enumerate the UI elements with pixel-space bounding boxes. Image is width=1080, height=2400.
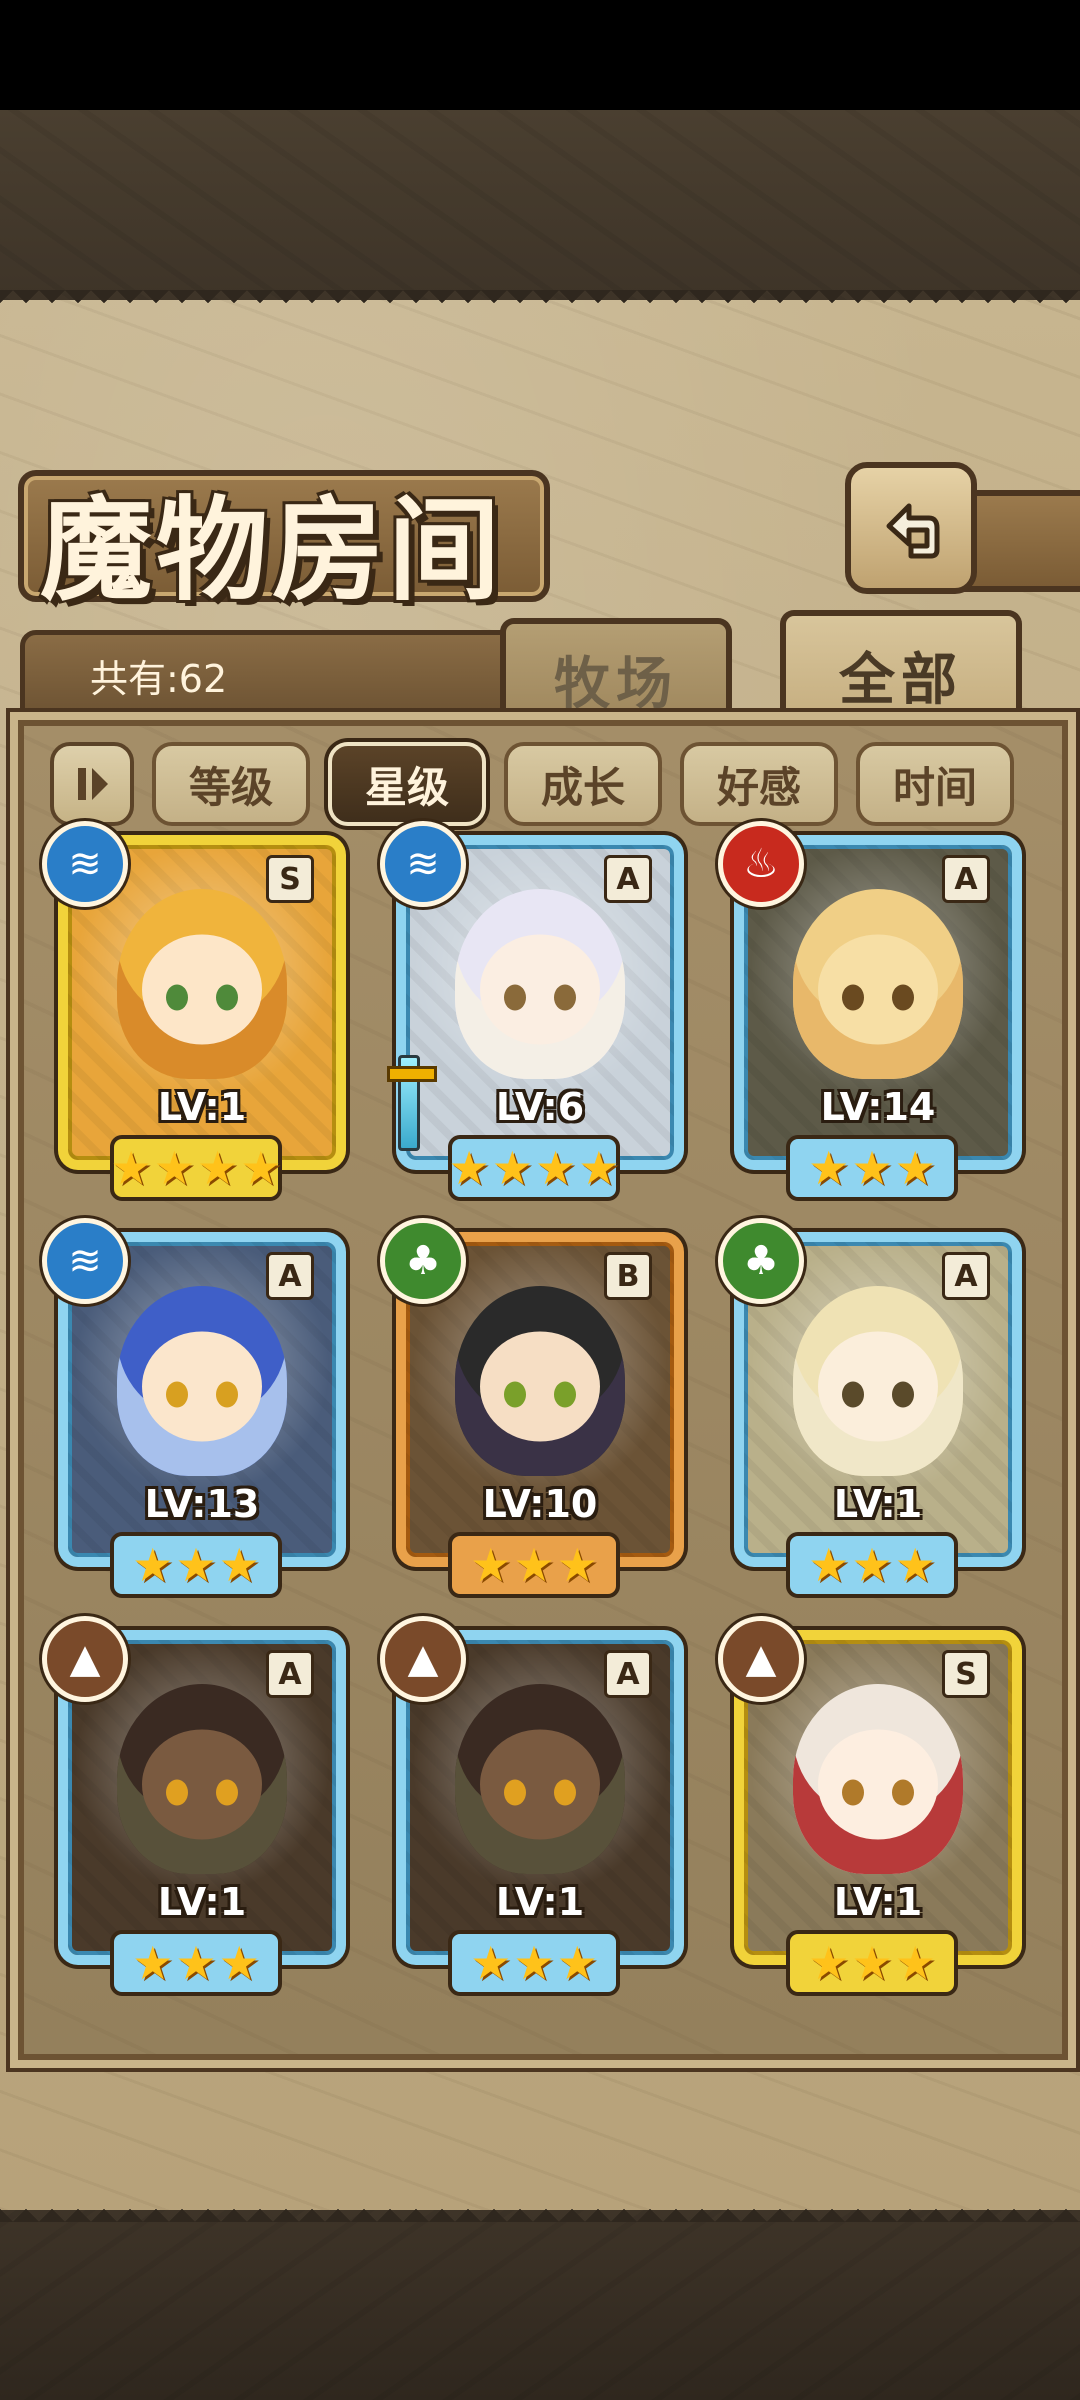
star-rating: ★ ★ ★	[786, 1930, 958, 1996]
rank-badge: A	[604, 1650, 652, 1698]
star-rating: ★ ★ ★	[110, 1930, 282, 1996]
level-label: LV:10	[482, 1482, 598, 1526]
level-label: LV:1	[833, 1482, 923, 1526]
rank-badge: S	[266, 855, 314, 903]
monster-face	[142, 1331, 262, 1442]
monster-card-3[interactable]: A LV:14 ♨ ★ ★ ★	[716, 821, 1022, 1201]
monster-card-7[interactable]: A LV:1 ▲ ★ ★ ★	[40, 1616, 346, 1996]
filter-toggle-button[interactable]	[50, 742, 134, 826]
star-rating: ★ ★ ★ ★	[448, 1135, 620, 1201]
monster-face	[480, 1331, 600, 1442]
rank-badge: A	[942, 1252, 990, 1300]
rank-badge: S	[942, 1650, 990, 1698]
monster-face	[818, 1331, 938, 1442]
mountain-element-icon: ▲	[380, 1616, 466, 1702]
torn-edge-bottom	[0, 2196, 1080, 2222]
leaf-element-icon: ♣	[718, 1218, 804, 1304]
monster-card-5[interactable]: B LV:10 ♣ ★ ★ ★	[378, 1218, 684, 1598]
monster-card-8[interactable]: A LV:1 ▲ ★ ★ ★	[378, 1616, 684, 1996]
level-label: LV:13	[144, 1482, 260, 1526]
monster-face	[480, 934, 600, 1045]
level-label: LV:1	[495, 1880, 585, 1924]
level-label: LV:6	[495, 1085, 585, 1129]
status-bar	[0, 0, 1080, 110]
back-button[interactable]	[845, 462, 977, 594]
back-arrow-icon	[886, 503, 940, 559]
monster-face	[142, 1729, 262, 1840]
map-background-bottom	[0, 2210, 1080, 2400]
level-label: LV:1	[833, 1880, 923, 1924]
level-label: LV:14	[820, 1085, 936, 1129]
water-element-icon: ≋	[42, 1218, 128, 1304]
star-rating: ★ ★ ★ ★	[110, 1135, 282, 1201]
rank-badge: B	[604, 1252, 652, 1300]
sword-equipment-icon	[387, 1055, 437, 1151]
monster-card-1[interactable]: S LV:1 ≋ ★ ★ ★ ★	[40, 821, 346, 1201]
leaf-element-icon: ♣	[380, 1218, 466, 1304]
monster-count: 共有:62	[90, 657, 228, 701]
filter-growth[interactable]: 成长	[504, 742, 662, 826]
monster-card-4[interactable]: A LV:13 ≋ ★ ★ ★	[40, 1218, 346, 1598]
back-button-arm	[960, 490, 1080, 592]
rank-badge: A	[942, 855, 990, 903]
filter-level[interactable]: 等级	[152, 742, 310, 826]
rank-badge: A	[266, 1650, 314, 1698]
map-background-top	[0, 110, 1080, 300]
star-rating: ★ ★ ★	[110, 1532, 282, 1598]
level-label: LV:1	[157, 1085, 247, 1129]
fire-element-icon: ♨	[718, 821, 804, 907]
star-rating: ★ ★ ★	[448, 1930, 620, 1996]
monster-card-2[interactable]: A LV:6 ≋ ★ ★ ★ ★	[378, 821, 684, 1201]
rank-badge: A	[604, 855, 652, 903]
monster-card-6[interactable]: A LV:1 ♣ ★ ★ ★	[716, 1218, 1022, 1598]
filter-stars[interactable]: 星级	[328, 742, 486, 826]
torn-edge-top	[0, 290, 1080, 316]
star-rating: ★ ★ ★	[448, 1532, 620, 1598]
water-element-icon: ≋	[42, 821, 128, 907]
pause-toggle-icon	[78, 768, 108, 800]
monster-card-9[interactable]: S LV:1 ▲ ★ ★ ★	[716, 1616, 1022, 1996]
star-rating: ★ ★ ★	[786, 1532, 958, 1598]
star-rating: ★ ★ ★	[786, 1135, 958, 1201]
mountain-element-icon: ▲	[718, 1616, 804, 1702]
monster-face	[480, 1729, 600, 1840]
mountain-element-icon: ▲	[42, 1616, 128, 1702]
monster-face	[818, 1729, 938, 1840]
filter-affection[interactable]: 好感	[680, 742, 838, 826]
page-title: 魔物房间	[40, 485, 504, 616]
filter-time[interactable]: 时间	[856, 742, 1014, 826]
level-label: LV:1	[157, 1880, 247, 1924]
water-element-icon: ≋	[380, 821, 466, 907]
rank-badge: A	[266, 1252, 314, 1300]
monster-face	[142, 934, 262, 1045]
monster-face	[818, 934, 938, 1045]
